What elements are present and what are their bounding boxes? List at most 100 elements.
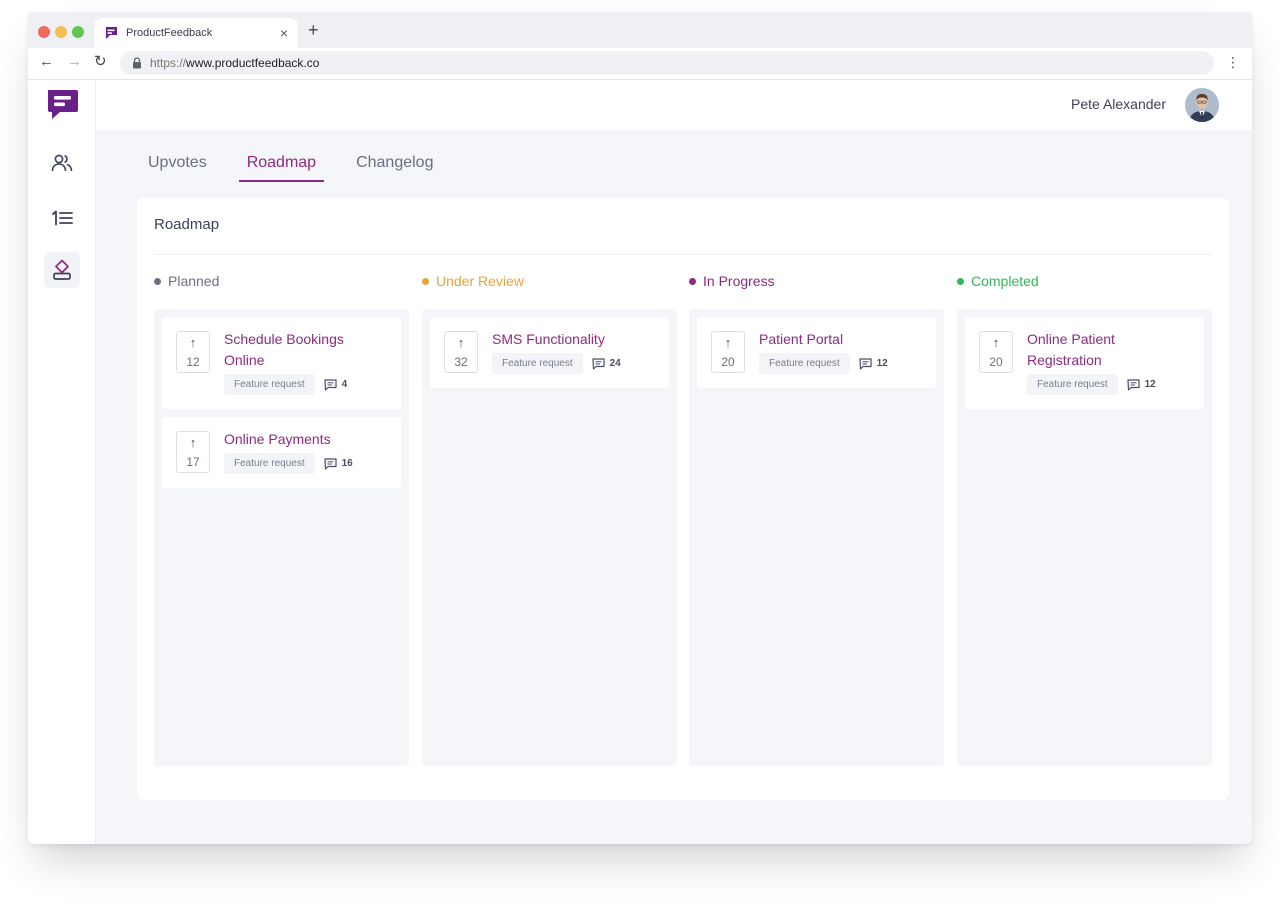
reload-icon[interactable]: ↻ (94, 54, 107, 69)
users-icon (51, 154, 73, 172)
comment-icon (324, 457, 337, 470)
comment-icon (592, 357, 605, 370)
sidebar (28, 80, 96, 844)
tab-upvotes[interactable]: Upvotes (140, 154, 215, 182)
comment-icon (859, 357, 872, 370)
card-meta: Feature request 24 (492, 353, 655, 374)
card-body: Online Payments Feature request 16 (224, 431, 387, 474)
card-body: Patient Portal Feature request 12 (759, 331, 922, 374)
tab-close-icon[interactable]: × (280, 26, 288, 40)
comment-count: 12 (1144, 379, 1156, 390)
upvote-button[interactable]: ↑ 20 (979, 331, 1013, 373)
column-completed: ↑ 20 Online Patient Registration Feature… (957, 309, 1212, 766)
vote-count: 32 (454, 354, 468, 369)
vote-count: 17 (186, 454, 200, 469)
card-title[interactable]: Online Patient Registration (1027, 329, 1147, 371)
category-tag: Feature request (224, 453, 315, 474)
card-title[interactable]: Online Payments (224, 429, 387, 450)
top-bar: Pete Alexander (96, 80, 1252, 130)
status-dot (154, 277, 161, 285)
roadmap-icon (53, 259, 71, 280)
url-scheme: https:// (150, 56, 187, 70)
upvote-button[interactable]: ↑ 12 (176, 331, 210, 373)
new-tab-button[interactable]: + (308, 21, 319, 39)
card-body: Schedule Bookings Online Feature request… (224, 331, 387, 395)
feature-card[interactable]: ↑ 12 Schedule Bookings Online Feature re… (162, 317, 401, 409)
comment-count: 12 (876, 358, 888, 369)
upvote-arrow-icon: ↑ (189, 434, 197, 450)
window-close-button[interactable] (38, 26, 50, 38)
sidebar-item-ranking[interactable] (44, 200, 80, 236)
avatar[interactable] (1185, 88, 1219, 122)
tab-title: ProductFeedback (126, 27, 213, 39)
board-title: Roadmap (154, 216, 220, 233)
category-tag: Feature request (224, 374, 315, 395)
url-text: https://www.productfeedback.co (150, 56, 319, 70)
browser-toolbar: ← → ↻ https://www.productfeedback.co ⋮ (28, 48, 1252, 80)
roadmap-board: Roadmap Planned Under Review In Progress… (137, 198, 1229, 800)
category-tag: Feature request (492, 353, 583, 374)
url-host: www.productfeedback.co (186, 56, 320, 70)
lock-icon (133, 57, 141, 69)
card-meta: Feature request 12 (759, 353, 922, 374)
window-maximize-button[interactable] (72, 26, 84, 38)
card-title[interactable]: Patient Portal (759, 329, 922, 350)
browser-menu-icon[interactable]: ⋮ (1226, 55, 1240, 69)
user-name[interactable]: Pete Alexander (1071, 96, 1166, 112)
back-arrow-icon[interactable]: ← (39, 54, 54, 69)
ordered-list-icon (52, 210, 73, 226)
status-dot (957, 277, 964, 285)
card-meta: Feature request 4 (224, 374, 387, 395)
column-planned: ↑ 12 Schedule Bookings Online Feature re… (154, 309, 409, 766)
column-label: In Progress (703, 273, 775, 289)
comment-icon (1127, 378, 1140, 391)
column-in-progress: ↑ 20 Patient Portal Feature request 12 (689, 309, 944, 766)
upvote-button[interactable]: ↑ 17 (176, 431, 210, 473)
feature-card[interactable]: ↑ 20 Patient Portal Feature request 12 (697, 317, 936, 388)
upvote-arrow-icon: ↑ (189, 334, 197, 350)
upvote-arrow-icon: ↑ (992, 334, 1000, 350)
comment-count: 24 (609, 358, 621, 369)
tab-roadmap[interactable]: Roadmap (238, 154, 325, 182)
window-minimize-button[interactable] (55, 26, 67, 38)
vote-count: 20 (721, 354, 735, 369)
status-dot (689, 277, 696, 285)
column-header-under-review: Under Review (422, 273, 524, 289)
card-title[interactable]: Schedule Bookings Online (224, 329, 387, 371)
card-body: Online Patient Registration Feature requ… (1027, 331, 1190, 395)
upvote-button[interactable]: ↑ 32 (444, 331, 478, 373)
address-bar[interactable]: https://www.productfeedback.co (120, 51, 1214, 75)
feature-card[interactable]: ↑ 32 SMS Functionality Feature request 2… (430, 317, 669, 388)
category-tag: Feature request (1027, 374, 1118, 395)
card-title[interactable]: SMS Functionality (492, 329, 655, 350)
card-meta: Feature request 12 (1027, 374, 1190, 395)
vote-count: 20 (989, 354, 1003, 369)
column-header-in-progress: In Progress (689, 273, 775, 289)
comment-count: 4 (341, 379, 348, 390)
sidebar-item-users[interactable] (44, 145, 80, 181)
upvote-arrow-icon: ↑ (457, 334, 465, 350)
comment-count: 16 (341, 458, 353, 469)
column-label: Under Review (436, 273, 524, 289)
column-under-review: ↑ 32 SMS Functionality Feature request 2… (422, 309, 677, 766)
productfeedback-logo[interactable] (46, 88, 80, 122)
category-tag: Feature request (759, 353, 850, 374)
forward-arrow-icon[interactable]: → (67, 54, 82, 69)
column-header-completed: Completed (957, 273, 1039, 289)
feature-card[interactable]: ↑ 17 Online Payments Feature request 16 (162, 417, 401, 488)
app: Pete Alexander Upvotes Roadmap Changelog (28, 80, 1252, 844)
upvote-button[interactable]: ↑ 20 (711, 331, 745, 373)
comment-icon (324, 378, 337, 391)
column-label: Completed (971, 273, 1039, 289)
vote-count: 12 (186, 354, 200, 369)
browser-window: ProductFeedback × + ← → ↻ https://www.pr… (28, 12, 1252, 844)
status-dot (422, 277, 429, 285)
browser-tab[interactable]: ProductFeedback × (94, 18, 298, 48)
avatar-image (1185, 88, 1219, 122)
feature-card[interactable]: ↑ 20 Online Patient Registration Feature… (965, 317, 1204, 409)
card-meta: Feature request 16 (224, 453, 387, 474)
sidebar-item-roadmap[interactable] (44, 252, 80, 288)
productfeedback-favicon-icon (105, 27, 117, 39)
tab-strip: ProductFeedback × + (28, 12, 1252, 48)
tab-changelog[interactable]: Changelog (348, 154, 441, 182)
